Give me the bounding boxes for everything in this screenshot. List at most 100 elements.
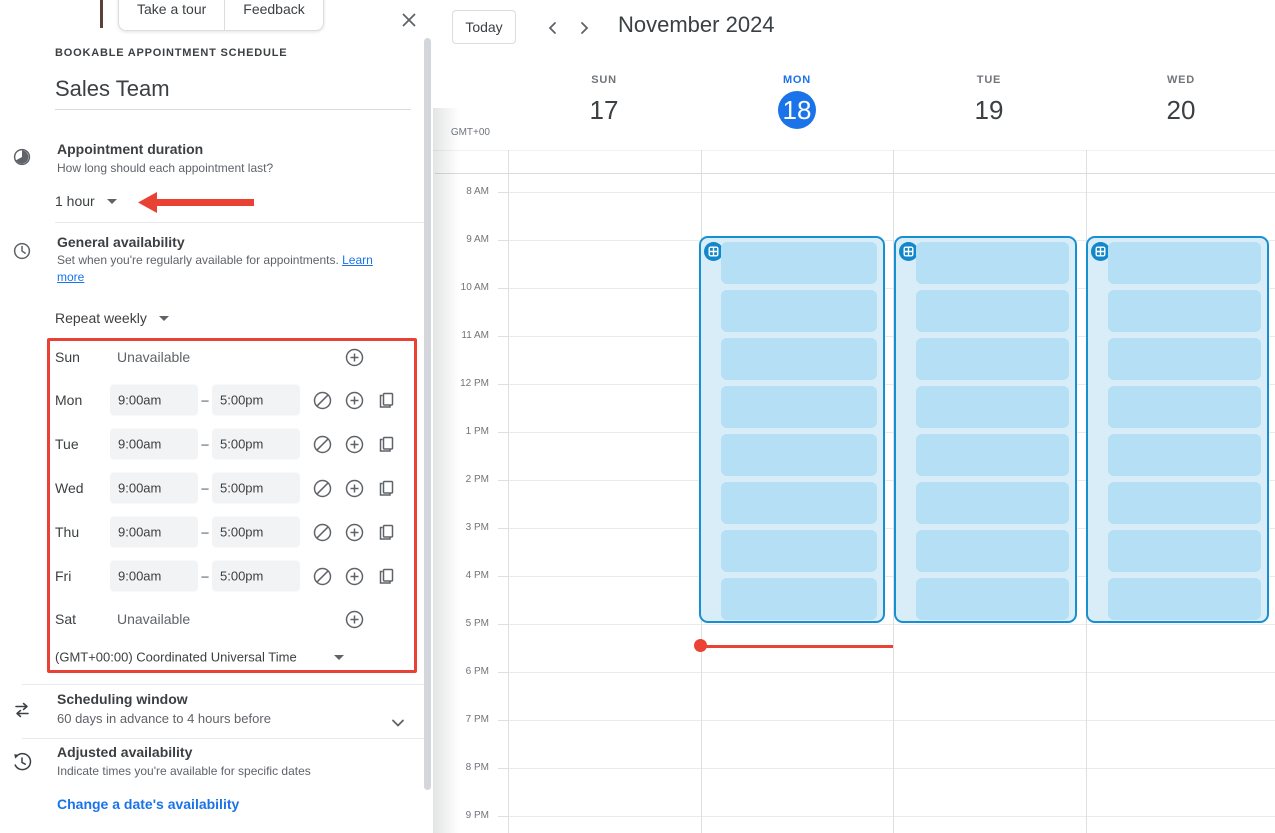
copy-time-button[interactable]	[372, 474, 400, 502]
repeat-select[interactable]: Repeat weekly	[55, 310, 169, 326]
appointment-slot[interactable]	[916, 242, 1069, 284]
day-header-wed[interactable]: WED 20	[1121, 74, 1241, 129]
end-time-field[interactable]: 5:00pm	[212, 561, 300, 592]
day-header-tue[interactable]: TUE 19	[929, 74, 1049, 129]
appointment-slot[interactable]	[721, 242, 877, 284]
appointment-slot[interactable]	[1108, 434, 1261, 476]
end-time-field[interactable]: 5:00pm	[212, 473, 300, 504]
chevron-down-icon[interactable]	[384, 709, 412, 737]
add-interval-button[interactable]	[340, 562, 368, 590]
make-unavailable-button[interactable]	[308, 518, 336, 546]
appointment-slot[interactable]	[916, 530, 1069, 572]
schedule-title-input[interactable]: Sales Team	[55, 76, 170, 102]
end-time-field[interactable]: 5:00pm	[212, 429, 300, 460]
appointment-slot[interactable]	[916, 290, 1069, 332]
appointment-slot[interactable]	[1108, 242, 1261, 284]
panel-scrollbar[interactable]	[424, 38, 431, 790]
appointment-slot[interactable]	[916, 338, 1069, 380]
allday-border	[435, 173, 1275, 174]
close-icon[interactable]	[398, 10, 420, 32]
appointment-slot[interactable]	[721, 386, 877, 428]
copy-time-button[interactable]	[372, 386, 400, 414]
add-interval-button[interactable]	[340, 518, 368, 546]
appointment-slot[interactable]	[721, 578, 877, 620]
hour-tick	[498, 720, 508, 721]
hour-label: 11 AM	[433, 330, 489, 341]
top-button-group: Take a tour Feedback	[118, 0, 324, 31]
availability-row-sun: Sun Unavailable	[0, 336, 433, 378]
appointment-slot[interactable]	[1108, 386, 1261, 428]
appointment-slot[interactable]	[721, 338, 877, 380]
duration-select[interactable]: 1 hour	[55, 193, 117, 209]
day-header-sun[interactable]: SUN 17	[544, 74, 664, 129]
appointment-slot[interactable]	[1108, 482, 1261, 524]
add-interval-button[interactable]	[340, 605, 368, 633]
prev-week-icon[interactable]	[540, 15, 566, 41]
appointment-slot[interactable]	[1108, 290, 1261, 332]
add-interval-button[interactable]	[340, 474, 368, 502]
copy-time-button[interactable]	[372, 518, 400, 546]
appointment-block-tue[interactable]	[894, 236, 1077, 623]
appointment-slot[interactable]	[916, 578, 1069, 620]
make-unavailable-button[interactable]	[308, 562, 336, 590]
change-date-availability-link[interactable]: Change a date's availability	[57, 796, 239, 812]
hour-label: 3 PM	[433, 522, 489, 533]
day-name: SUN	[544, 74, 664, 86]
add-interval-button[interactable]	[340, 343, 368, 371]
day-name: WED	[1121, 74, 1241, 86]
add-interval-button[interactable]	[340, 386, 368, 414]
hour-label: 2 PM	[433, 474, 489, 485]
adjusted-availability-icon	[12, 752, 32, 777]
hour-tick	[498, 288, 508, 289]
hour-tick	[498, 336, 508, 337]
today-button[interactable]: Today	[452, 10, 516, 44]
appointment-slot[interactable]	[916, 482, 1069, 524]
time-range-dash: –	[198, 569, 212, 584]
next-week-icon[interactable]	[571, 15, 597, 41]
start-time-field[interactable]: 9:00am	[110, 385, 198, 416]
appointment-slot[interactable]	[1108, 530, 1261, 572]
day-number: 19	[929, 91, 1049, 129]
add-interval-button[interactable]	[340, 430, 368, 458]
hour-tick	[498, 576, 508, 577]
appointment-slot[interactable]	[721, 434, 877, 476]
scheduling-window-icon	[12, 700, 32, 725]
day-header-mon[interactable]: MON 18	[737, 74, 857, 129]
end-time-field[interactable]: 5:00pm	[212, 385, 300, 416]
make-unavailable-button[interactable]	[308, 430, 336, 458]
unavailable-label: Unavailable	[117, 611, 190, 627]
appointment-slot[interactable]	[916, 386, 1069, 428]
appointment-slot[interactable]	[916, 434, 1069, 476]
duration-value: 1 hour	[55, 193, 95, 209]
appointment-slot[interactable]	[721, 482, 877, 524]
appointment-block-wed[interactable]	[1086, 236, 1269, 623]
appointment-slot[interactable]	[1108, 578, 1261, 620]
edge-artifact	[100, 0, 103, 28]
day-name: TUE	[929, 74, 1049, 86]
start-time-field[interactable]: 9:00am	[110, 429, 198, 460]
take-a-tour-button[interactable]: Take a tour	[118, 0, 224, 31]
appointment-slot[interactable]	[721, 530, 877, 572]
day-number: 17	[544, 91, 664, 129]
hour-line	[508, 624, 1275, 625]
feedback-button[interactable]: Feedback	[224, 0, 323, 31]
day-label: Sat	[55, 611, 76, 627]
make-unavailable-button[interactable]	[308, 474, 336, 502]
make-unavailable-button[interactable]	[308, 386, 336, 414]
timezone-select[interactable]: (GMT+00:00) Coordinated Universal Time	[55, 650, 297, 665]
copy-time-button[interactable]	[372, 562, 400, 590]
copy-time-button[interactable]	[372, 430, 400, 458]
caret-down-icon	[107, 199, 117, 204]
hour-label: 6 PM	[433, 666, 489, 677]
start-time-field[interactable]: 9:00am	[110, 517, 198, 548]
appointment-slot[interactable]	[1108, 338, 1261, 380]
divider	[22, 684, 428, 685]
day-label: Wed	[55, 480, 84, 496]
start-time-field[interactable]: 9:00am	[110, 561, 198, 592]
appointment-block-mon[interactable]	[699, 236, 885, 623]
appointment-slot[interactable]	[721, 290, 877, 332]
day-label: Mon	[55, 392, 82, 408]
start-time-field[interactable]: 9:00am	[110, 473, 198, 504]
end-time-field[interactable]: 5:00pm	[212, 517, 300, 548]
divider	[55, 222, 428, 223]
